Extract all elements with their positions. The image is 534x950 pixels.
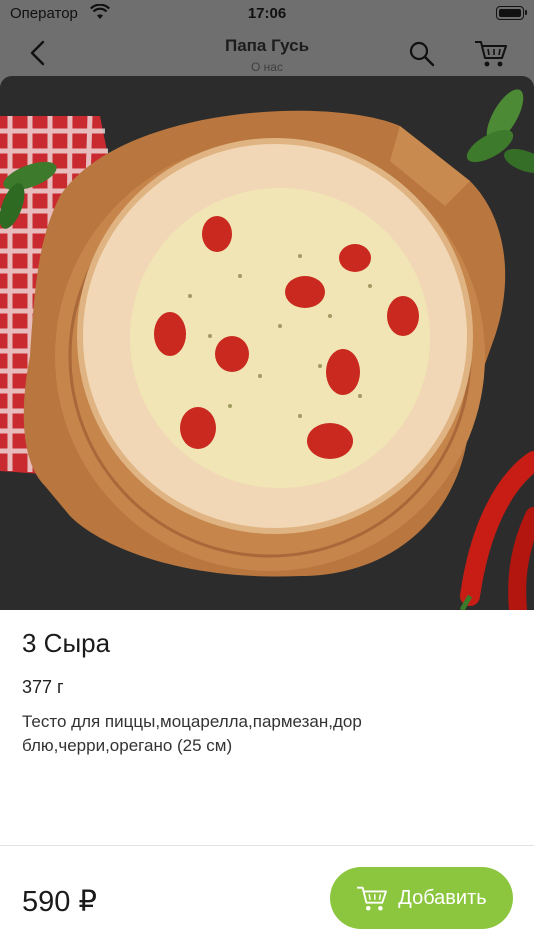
restaurant-title: Папа Гусь [224,36,310,55]
add-button-label: Добавить [398,886,487,909]
product-sheet: 3 Сыра 377 г Тесто для пиццы,моцарелла,п… [0,76,534,950]
about-link[interactable]: О нас [0,60,534,74]
navigation-bar: Папа Гусь О нас [0,28,534,78]
search-icon[interactable] [408,40,436,68]
product-description: Тесто для пиццы,моцарелла,пармезан,дор б… [22,712,362,755]
product-name: 3 Сыра [22,628,111,658]
battery-icon [496,6,527,20]
divider [0,845,534,846]
cart-icon [357,886,388,911]
clock: 17:06 [247,5,287,22]
cart-icon[interactable] [474,38,508,68]
product-weight: 377 г [22,677,64,697]
status-bar: Оператор 17:06 [0,0,534,28]
add-to-cart-button[interactable]: Добавить [330,867,513,929]
pizza-photo [0,76,534,610]
product-price: 590 ₽ [22,886,97,918]
